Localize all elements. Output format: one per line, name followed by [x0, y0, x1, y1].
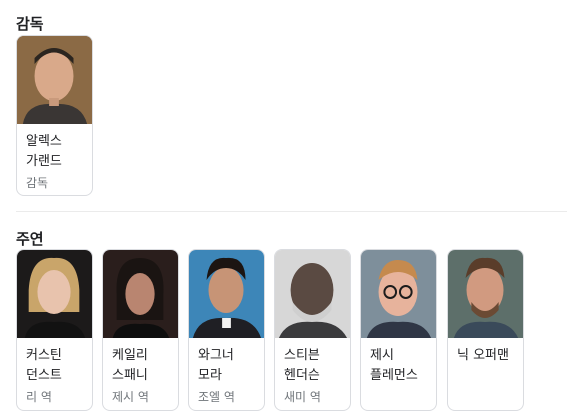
cast-card[interactable]: 스티븐 헨더슨 새미 역 — [274, 249, 351, 411]
cast-name: 케일리 스패니 — [112, 348, 148, 383]
cast-card[interactable]: 커스틴 던스트 리 역 — [16, 249, 93, 411]
cast-role — [448, 366, 523, 368]
cast-role: 리 역 — [26, 390, 52, 404]
director-section-title: 감독 — [16, 15, 44, 33]
cast-card[interactable]: 제시 플레먼스 — [360, 249, 437, 411]
cast-role: 제시 역 — [112, 390, 149, 404]
cast-photo — [103, 250, 178, 338]
director-photo — [17, 36, 92, 124]
person-card-director[interactable]: 알렉스 가랜드 감독 — [16, 35, 93, 196]
cast-name: 스티븐 헨더슨 — [284, 348, 320, 383]
cast-card[interactable]: 케일리 스패니 제시 역 — [102, 249, 179, 411]
cast-role: 조엘 역 — [198, 390, 235, 404]
cast-photo — [448, 250, 523, 338]
cast-name: 커스틴 던스트 — [26, 348, 62, 383]
cast-name: 제시 플레먼스 — [370, 348, 418, 383]
cast-role: 새미 역 — [284, 390, 321, 404]
cast-name: 와그너 모라 — [198, 348, 234, 383]
cast-card[interactable]: 닉 오퍼맨 — [447, 249, 524, 411]
cast-photo — [361, 250, 436, 338]
director-name: 알렉스 가랜드 — [26, 134, 62, 169]
director-role: 감독 — [26, 176, 49, 190]
cast-card[interactable]: 와그너 모라 조엘 역 — [188, 249, 265, 411]
cast-role — [361, 386, 436, 388]
cast-name: 닉 오퍼맨 — [457, 348, 509, 363]
cast-photo — [275, 250, 350, 338]
cast-photo — [189, 250, 264, 338]
cast-photo — [17, 250, 92, 338]
cast-section-title: 주연 — [16, 230, 44, 248]
section-divider — [16, 211, 567, 212]
